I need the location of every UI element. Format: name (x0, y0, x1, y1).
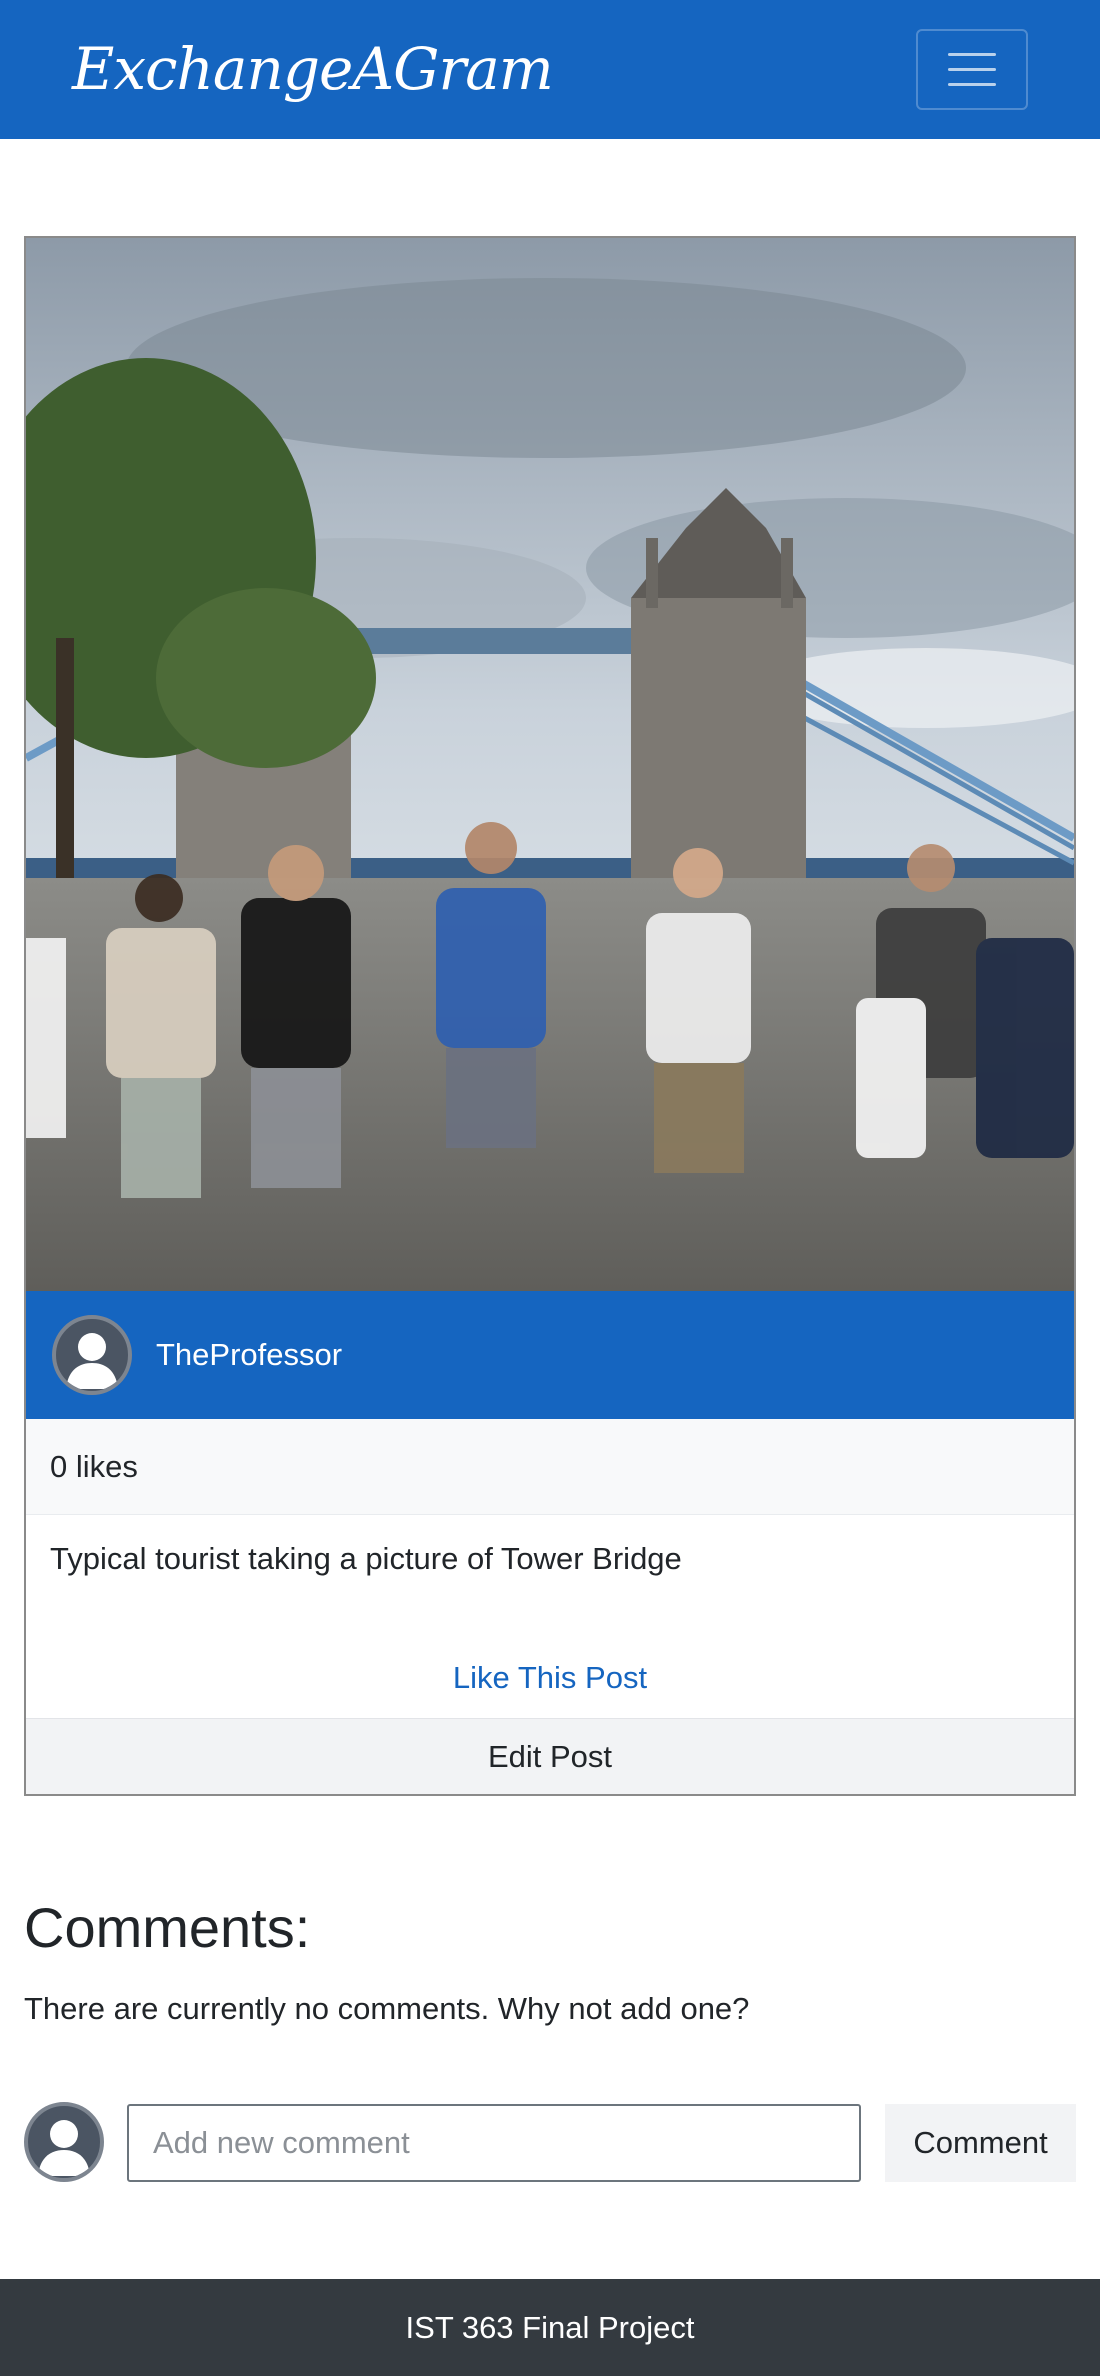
post-caption: Typical tourist taking a picture of Towe… (50, 1541, 682, 1576)
likes-bar: 0 likes (26, 1419, 1074, 1515)
hamburger-line (948, 53, 996, 56)
brand-logo[interactable]: ExchangeAGram (72, 24, 554, 114)
post-card: TheProfessor 0 likes Typical tourist tak… (24, 236, 1076, 1796)
footer-text: IST 363 Final Project (405, 2310, 695, 2345)
edit-post-button[interactable]: Edit Post (26, 1718, 1074, 1794)
post-photo (26, 238, 1074, 1291)
hamburger-line (948, 83, 996, 86)
comment-submit-button[interactable]: Comment (885, 2104, 1076, 2182)
hamburger-line (948, 68, 996, 71)
commenter-avatar-icon (24, 2102, 104, 2182)
post-author-bar: TheProfessor (26, 1291, 1074, 1419)
user-avatar-icon (52, 1315, 132, 1395)
navbar-toggle-button[interactable] (916, 29, 1028, 110)
likes-count: 0 likes (50, 1449, 138, 1484)
footer: IST 363 Final Project (0, 2279, 1100, 2376)
navbar: ExchangeAGram (0, 0, 1100, 139)
no-comments-message: There are currently no comments. Why not… (24, 1991, 750, 2026)
post-username[interactable]: TheProfessor (156, 1291, 342, 1419)
like-post-button[interactable]: Like This Post (26, 1653, 1074, 1703)
comments-heading: Comments: (24, 1896, 311, 1959)
comment-input[interactable] (127, 2104, 861, 2182)
